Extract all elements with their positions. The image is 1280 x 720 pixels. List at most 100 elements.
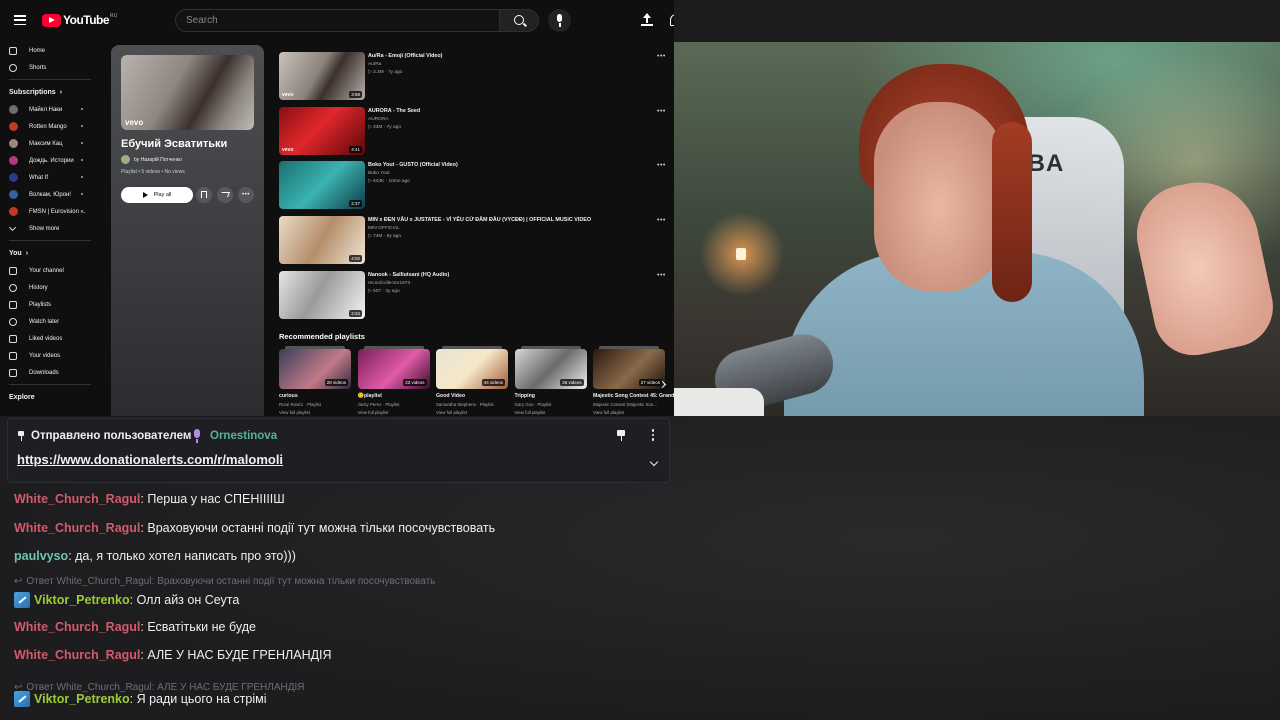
video-thumbnail[interactable]: 2:34 [279, 270, 365, 319]
sidebar-subscription[interactable]: Максим Кац [0, 135, 100, 152]
channel-avatar [9, 156, 18, 165]
play-all-button[interactable]: Play all [121, 187, 193, 203]
video-channel[interactable]: MIN OFFICIAL [368, 226, 400, 231]
pinned-by-username[interactable]: Ornestinova [210, 430, 277, 442]
view-full-playlist-link[interactable]: View full playlist [279, 410, 310, 415]
chevron-right-icon[interactable] [660, 381, 668, 389]
more-vertical-icon[interactable] [650, 429, 656, 443]
video-channel[interactable]: recordcollector1973 [368, 281, 410, 286]
sidebar-item-home[interactable]: Home [0, 42, 100, 59]
subscriptions-header[interactable]: Subscriptions › [0, 83, 100, 101]
playlist-name[interactable]: Good Video [436, 393, 465, 399]
playlist-thumbnail[interactable]: 44 videos [436, 349, 508, 389]
recommended-playlist-card[interactable]: 27 videos Majestic Song Contest 45: Gran… [593, 346, 674, 416]
youtube-logo[interactable]: YouTube RU [42, 13, 117, 27]
video-thumbnail[interactable]: 2:37 [279, 161, 365, 210]
explore-header-label: Explore [9, 393, 35, 401]
video-channel[interactable]: AURORA [368, 117, 389, 122]
sidebar-subscription[interactable]: Майкл Наки [0, 101, 100, 118]
sidebar-subscription[interactable]: FMSN | Eurovision ... [0, 203, 100, 220]
upload-icon[interactable] [641, 13, 653, 27]
video-title[interactable]: MIN x ĐEN VÂU x JUSTATEE - VÌ YÊU CỨ ĐÂM… [368, 217, 591, 223]
view-full-playlist-link[interactable]: View full playlist [436, 410, 467, 415]
playlist-thumbnail[interactable]: 26 videos [514, 349, 587, 389]
view-full-playlist-link[interactable]: View full playlist [358, 410, 389, 415]
video-title[interactable]: Boko Yout - GUSTO (Official Video) [368, 162, 458, 168]
video-thumbnail[interactable]: vevo 3:58 [279, 52, 365, 100]
sidebar-item-watch-later[interactable]: Watch later [0, 313, 100, 330]
video-thumbnail[interactable]: vevo 4:41 [279, 106, 365, 155]
sidebar-item-history[interactable]: History [0, 279, 100, 296]
hamburger-menu-icon[interactable] [14, 15, 26, 26]
chat-username[interactable]: White_Church_Ragul [14, 521, 140, 535]
sidebar-subscription[interactable]: Дождь. Истории [0, 152, 100, 169]
playlist-thumbnail[interactable]: 23 videos [357, 349, 430, 389]
pinned-donation-link[interactable]: https://www.donationalerts.com/r/malomol… [17, 452, 283, 467]
playlist-video-row[interactable]: 2:34 Nanook - Salliutsani (HQ Audio) rec… [279, 270, 669, 321]
playlist-video-row[interactable]: 2:37 Boko Yout - GUSTO (Official Video) … [279, 161, 669, 211]
video-channel[interactable]: Boko Yout [368, 171, 390, 176]
playlist-name[interactable]: curious [279, 393, 298, 399]
sidebar-item-channel[interactable]: Your channel [0, 262, 100, 279]
search-input[interactable]: Search [175, 9, 500, 32]
recommended-playlist-card[interactable]: 28 videos curious Rosé Rosé1 · Playlist … [279, 346, 351, 416]
video-title[interactable]: Au/Ra - Emoji (Official Video) [368, 53, 442, 59]
playlist-name[interactable]: Tripping [515, 393, 535, 399]
recommended-playlist-card[interactable]: 23 videos 🙂playlist Jacky Perez · Playli… [357, 346, 430, 416]
chat-username[interactable]: Viktor_Petrenko [34, 692, 130, 706]
chat-username[interactable]: Viktor_Petrenko [34, 593, 130, 607]
reply-context[interactable]: ↩ Ответ White_Church_Ragul: Враховуючи ос… [14, 576, 435, 587]
sidebar-subscription[interactable]: Волкам, Юрон! [0, 186, 100, 203]
sidebar-item-label: Playlists [29, 301, 52, 308]
sidebar-item-shorts[interactable]: Shorts [0, 59, 100, 76]
recommended-playlist-card[interactable]: 44 videos Good Video Samantha Stephens ·… [436, 346, 508, 416]
sidebar-show-more[interactable]: Show more [0, 220, 100, 237]
playlist-name[interactable]: Majestic Song Contest 45: Grand Final [593, 393, 674, 399]
recommended-playlist-card[interactable]: 26 videos Tripping Gary Goo · Playlist V… [514, 346, 587, 416]
voice-search-button[interactable] [548, 9, 571, 32]
chat-username[interactable]: paulvyso [14, 549, 68, 563]
save-playlist-button[interactable] [196, 187, 212, 203]
playlist-thumbnail[interactable]: 28 videos [279, 349, 351, 389]
playlist-video-row[interactable]: 4:02 MIN x ĐEN VÂU x JUSTATEE - VÌ YÊU C… [279, 216, 669, 266]
playlist-thumbnail[interactable]: 27 videos [593, 349, 665, 389]
notifications-bell-icon[interactable] [670, 14, 674, 26]
new-content-dot [81, 193, 83, 195]
more-options-button[interactable]: ••• [238, 187, 254, 203]
more-horizontal-icon[interactable]: ••• [657, 217, 666, 224]
playlist-name[interactable]: 🙂playlist [358, 393, 382, 399]
more-horizontal-icon[interactable]: ••• [657, 108, 666, 115]
chat-username[interactable]: White_Church_Ragul [14, 648, 140, 662]
video-title[interactable]: Nanook - Salliutsani (HQ Audio) [368, 272, 449, 278]
playlist-video-row[interactable]: vevo 3:58 Au/Ra - Emoji (Official Video)… [279, 52, 669, 102]
more-horizontal-icon[interactable]: ••• [657, 272, 666, 279]
view-full-playlist-link[interactable]: View full playlist [515, 410, 546, 415]
video-thumbnail[interactable]: 4:02 [279, 216, 365, 265]
unpin-button[interactable] [615, 429, 627, 443]
chat-username[interactable]: White_Church_Ragul [14, 620, 140, 634]
chat-badge-icon [14, 592, 30, 608]
sidebar-item-download[interactable]: Downloads [0, 364, 100, 381]
more-horizontal-icon[interactable]: ••• [657, 53, 666, 60]
playlist-video-row[interactable]: vevo 4:41 AURORA - The Seed AURORA ▷ 33M… [279, 106, 669, 157]
you-header[interactable]: You › [0, 244, 100, 262]
chat-username[interactable]: White_Church_Ragul [14, 492, 140, 506]
playlist-thumbnail[interactable]: vevo [121, 55, 254, 130]
share-button[interactable] [217, 187, 233, 203]
more-horizontal-icon[interactable]: ••• [657, 162, 666, 169]
search-button[interactable] [499, 9, 539, 32]
chevron-right-icon: › [59, 88, 63, 96]
sidebar-item-like[interactable]: Liked videos [0, 330, 100, 347]
playlist-video-count: 44 videos [481, 379, 505, 386]
video-channel[interactable]: Au/Ra [368, 62, 381, 67]
view-full-playlist-link[interactable]: View full playlist [593, 410, 624, 415]
sidebar-item-playlists[interactable]: Playlists [0, 296, 100, 313]
playlist-owner[interactable]: by Назарій Потченко [121, 155, 182, 164]
sidebar-subscription[interactable]: Rotten Mango [0, 118, 100, 135]
expand-chevron-icon[interactable] [650, 459, 659, 468]
sidebar-item-your-videos[interactable]: Your videos [0, 347, 100, 364]
video-title[interactable]: AURORA - The Seed [368, 108, 420, 114]
sidebar-item-label: Rotten Mango [29, 123, 67, 130]
sidebar-subscription[interactable]: What If [0, 169, 100, 186]
chat-message: paulvyso: да, я только хотел написать пр… [14, 549, 296, 563]
